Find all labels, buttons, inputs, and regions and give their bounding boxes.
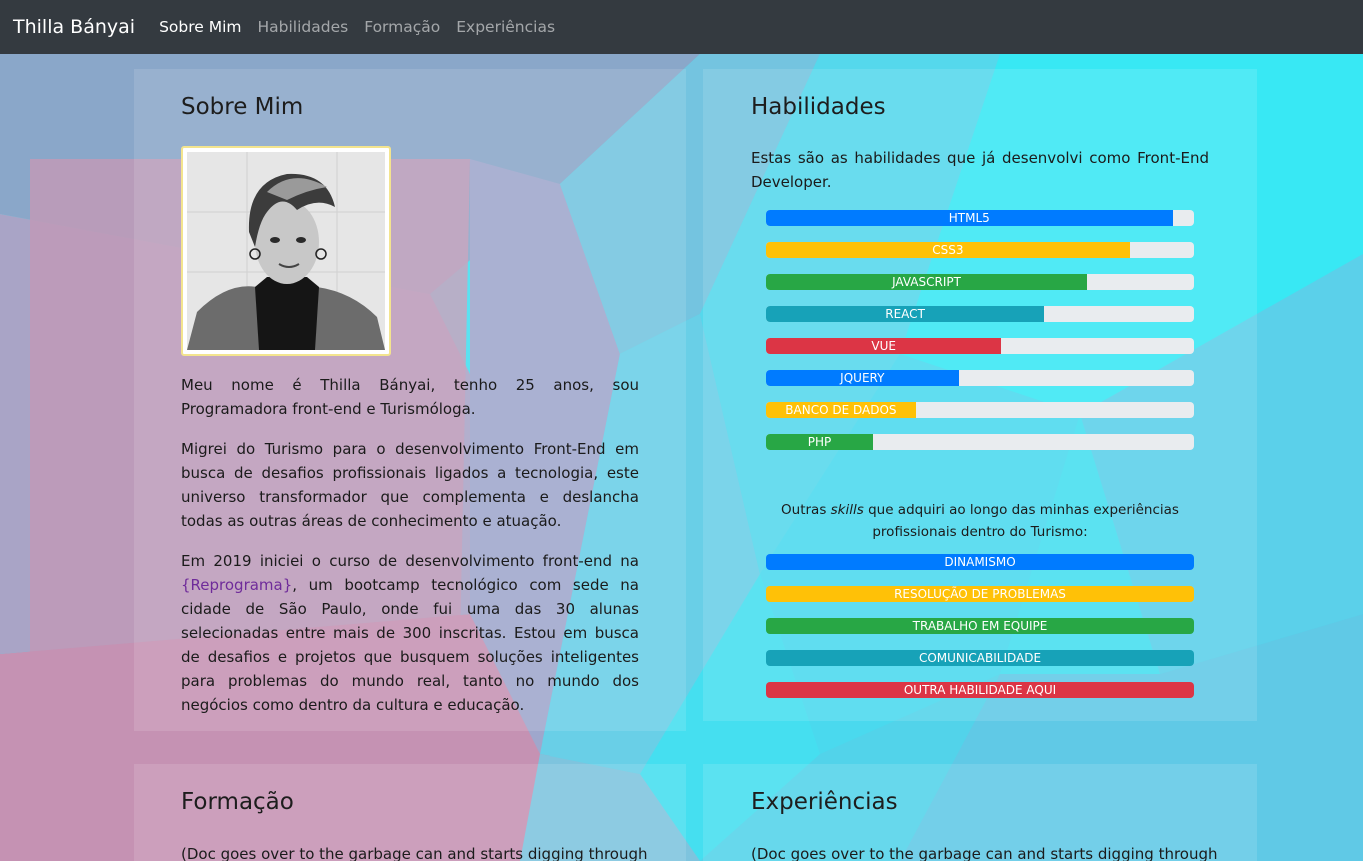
nav-link-experiencias[interactable]: Experiências	[456, 18, 555, 36]
skill-bar-fill: VUE	[766, 338, 1002, 354]
nav-link-formacao[interactable]: Formação	[364, 18, 440, 36]
about-paragraph-2: Migrei do Turismo para o desenvolvimento…	[181, 440, 639, 530]
skill-bar-php: PHP	[766, 434, 1194, 450]
education-section: Formação (Doc goes over to the garbage c…	[134, 764, 686, 861]
about-paragraph-3-start: Em 2019 iniciei o curso de desenvolvimen…	[181, 552, 639, 570]
skill-bar-fill: HTML5	[766, 210, 1173, 226]
about-paragraph-1: Meu nome é Thilla Bányai, tenho 25 anos,…	[181, 376, 639, 418]
brand-name[interactable]: Thilla Bányai	[13, 16, 135, 38]
experience-title: Experiências	[751, 789, 898, 815]
skill-bar-vue: VUE	[766, 338, 1194, 354]
soft-skill-pill: COMUNICABILIDADE	[766, 650, 1194, 666]
experience-text: (Doc goes over to the garbage can and st…	[751, 845, 1218, 861]
skills-section: Habilidades Estas são as habilidades que…	[703, 69, 1257, 721]
about-paragraph-3-end: , um bootcamp tecnológico com sede na ci…	[181, 576, 639, 714]
other-skills-start: Outras	[781, 502, 831, 518]
other-skills-end: que adquiri ao longo das minhas experiên…	[863, 502, 1179, 540]
skill-bar-fill: REACT	[766, 306, 1045, 322]
experience-section: Experiências (Doc goes over to the garba…	[703, 764, 1257, 861]
skills-intro: Estas são as habilidades que já desenvol…	[751, 149, 1209, 191]
top-navbar: Thilla Bányai Sobre Mim Habilidades Form…	[0, 0, 1363, 54]
about-title: Sobre Mim	[181, 94, 304, 120]
skills-title: Habilidades	[751, 94, 886, 120]
skill-bar-banco-de-dados: BANCO DE DADOS	[766, 402, 1194, 418]
soft-skill-pill: DINAMISMO	[766, 554, 1194, 570]
skill-bar-css3: CSS3	[766, 242, 1194, 258]
other-skills-emphasis: skills	[830, 502, 864, 518]
skill-bar-fill: JAVASCRIPT	[766, 274, 1087, 290]
about-paragraph-3: Em 2019 iniciei o curso de desenvolvimen…	[181, 549, 639, 717]
reprograma-link[interactable]: {Reprograma}	[181, 576, 292, 594]
nav-link-habilidades[interactable]: Habilidades	[258, 18, 349, 36]
skill-bar-fill: PHP	[766, 434, 873, 450]
soft-skill-pill: OUTRA HABILIDADE AQUI	[766, 682, 1194, 698]
nav-link-sobre-mim[interactable]: Sobre Mim	[159, 18, 241, 36]
skill-bar-fill: JQUERY	[766, 370, 959, 386]
skill-bar-fill: CSS3	[766, 242, 1130, 258]
profile-photo-image	[187, 152, 385, 350]
soft-skill-pill: RESOLUÇÃO DE PROBLEMAS	[766, 586, 1194, 602]
other-skills-text: Outras skills que adquiri ao longo das m…	[766, 499, 1194, 543]
skill-bar-react: REACT	[766, 306, 1194, 322]
skill-bar-html5: HTML5	[766, 210, 1194, 226]
skill-bar-jquery: JQUERY	[766, 370, 1194, 386]
education-title: Formação	[181, 789, 294, 815]
skill-bar-fill: BANCO DE DADOS	[766, 402, 916, 418]
profile-photo	[181, 146, 391, 356]
about-section: Sobre Mim Meu nome é Thilla Bányai, tenh…	[134, 69, 686, 731]
soft-skill-pill: TRABALHO EM EQUIPE	[766, 618, 1194, 634]
skill-bar-javascript: JAVASCRIPT	[766, 274, 1194, 290]
education-text: (Doc goes over to the garbage can and st…	[181, 845, 648, 861]
